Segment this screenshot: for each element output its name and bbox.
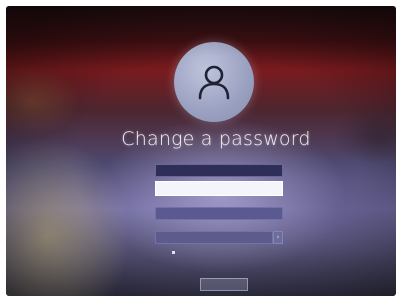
confirm-password-field[interactable] xyxy=(155,231,273,244)
lock-screen-background: Change a password › xyxy=(6,6,396,296)
link-bullet xyxy=(172,251,175,254)
user-avatar xyxy=(174,42,254,122)
cancel-button[interactable] xyxy=(200,278,248,291)
username-field[interactable] xyxy=(155,164,283,177)
old-password-field[interactable] xyxy=(155,181,283,196)
user-icon xyxy=(198,65,230,100)
page-title: Change a password xyxy=(121,128,311,150)
arrow-right-icon[interactable]: › xyxy=(273,231,283,244)
new-password-field[interactable] xyxy=(155,207,283,220)
